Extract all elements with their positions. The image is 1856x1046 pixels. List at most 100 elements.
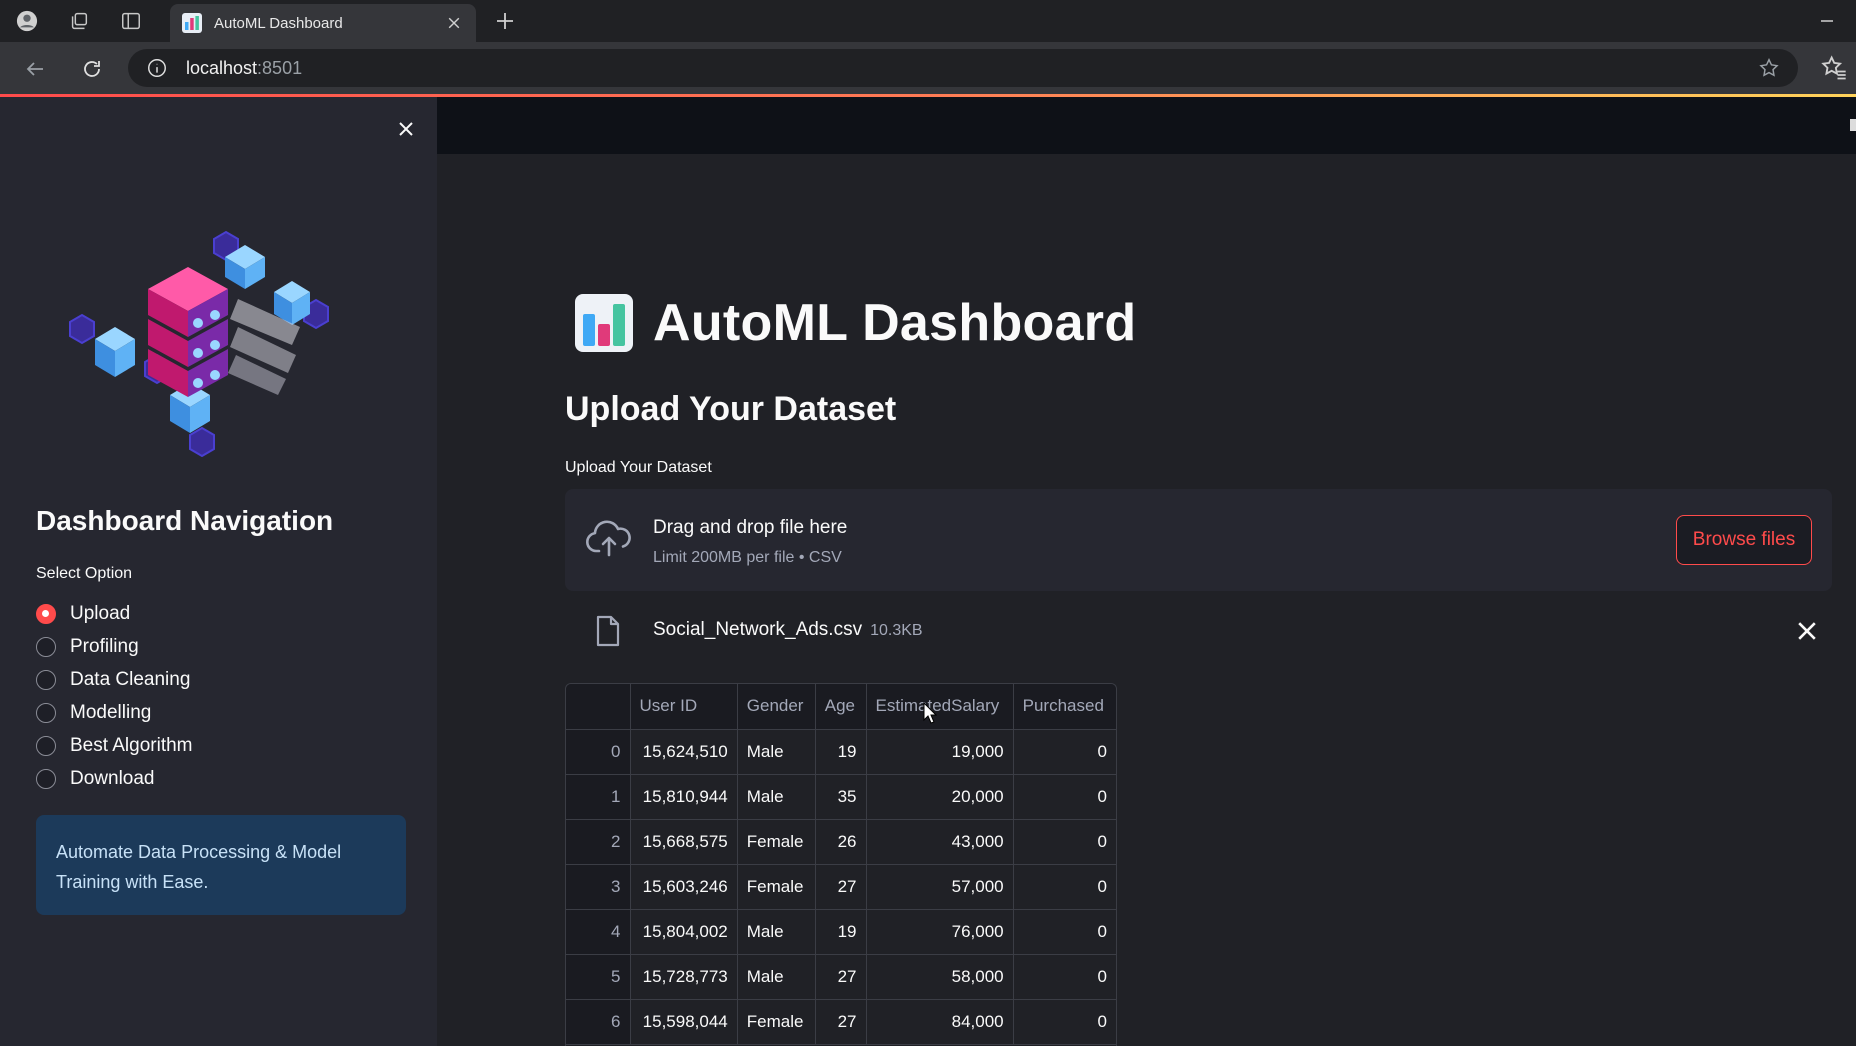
radio-option-best-algorithm[interactable]: Best Algorithm <box>36 729 193 762</box>
radio-button[interactable] <box>36 669 56 690</box>
radio-option-download[interactable]: Download <box>36 762 193 795</box>
collections-icon[interactable] <box>64 6 94 36</box>
table-cell[interactable]: 15,728,773 <box>630 954 738 1000</box>
profile-icon[interactable] <box>12 6 42 36</box>
table-cell[interactable]: 76,000 <box>866 909 1014 955</box>
vertical-tabs-icon[interactable] <box>116 6 146 36</box>
table-cell[interactable]: 0 <box>1013 729 1116 775</box>
row-index-cell[interactable]: 0 <box>566 729 631 775</box>
remove-file-icon[interactable] <box>1794 618 1820 644</box>
dataframe-table[interactable]: User ID Gender Age EstimatedSalary Purch… <box>565 683 1117 1046</box>
table-cell[interactable]: 43,000 <box>866 819 1014 865</box>
radio-option-data-cleaning[interactable]: Data Cleaning <box>36 663 193 696</box>
back-arrow-icon[interactable] <box>20 54 50 84</box>
table-cell[interactable]: 0 <box>1013 864 1116 910</box>
favorites-icon[interactable] <box>1820 54 1848 82</box>
reload-icon[interactable] <box>77 54 107 84</box>
table-cell[interactable]: Female <box>737 864 816 910</box>
table-row: 1 15,810,944 Male 35 20,000 0 <box>566 774 1116 820</box>
browser-address-bar: localhost:8501 <box>0 42 1856 94</box>
row-index-cell[interactable]: 3 <box>566 864 631 910</box>
column-header[interactable]: User ID <box>630 684 738 730</box>
radio-label: Download <box>70 767 155 789</box>
column-header[interactable]: Gender <box>737 684 816 730</box>
radio-button[interactable] <box>36 636 56 657</box>
radio-label: Modelling <box>70 701 152 723</box>
browse-files-button[interactable]: Browse files <box>1676 515 1812 565</box>
table-cell[interactable]: 27 <box>815 954 867 1000</box>
new-tab-icon[interactable] <box>490 6 520 36</box>
table-cell[interactable]: Female <box>737 819 816 865</box>
page-title: AutoML Dashboard <box>653 294 1137 352</box>
radio-option-upload[interactable]: Upload <box>36 597 193 630</box>
bar-chart-logo-icon <box>575 294 633 352</box>
tab-close-icon[interactable] <box>444 13 464 33</box>
favorite-star-icon[interactable] <box>1758 57 1780 79</box>
table-cell[interactable]: 15,624,510 <box>630 729 738 775</box>
table-cell[interactable]: 57,000 <box>866 864 1014 910</box>
table-row: 3 15,603,246 Female 27 57,000 0 <box>566 864 1116 910</box>
column-header[interactable] <box>566 684 631 730</box>
table-cell[interactable]: Male <box>737 774 816 820</box>
table-cell[interactable]: 27 <box>815 864 867 910</box>
url-text: localhost:8501 <box>186 57 303 78</box>
sidebar: Dashboard Navigation Select Option Uploa… <box>0 97 437 1046</box>
radio-button-checked[interactable] <box>36 603 56 624</box>
table-cell[interactable]: 15,804,002 <box>630 909 738 955</box>
uploaded-file-name: Social_Network_Ads.csv 10.3KB <box>653 619 923 640</box>
table-cell[interactable]: 19,000 <box>866 729 1014 775</box>
minimize-window-icon[interactable] <box>1812 8 1842 34</box>
table-cell[interactable]: Male <box>737 909 816 955</box>
radio-label: Best Algorithm <box>70 734 193 756</box>
radio-button[interactable] <box>36 702 56 723</box>
url-bar[interactable]: localhost:8501 <box>128 49 1798 87</box>
section-subheader: Upload Your Dataset <box>565 390 897 428</box>
row-index-cell[interactable]: 5 <box>566 954 631 1000</box>
radio-option-profiling[interactable]: Profiling <box>36 630 193 663</box>
table-cell[interactable]: 19 <box>815 909 867 955</box>
table-cell[interactable]: 0 <box>1013 909 1116 955</box>
radio-button[interactable] <box>36 768 56 789</box>
file-dropzone[interactable]: Drag and drop file here Limit 200MB per … <box>565 489 1832 591</box>
row-index-cell[interactable]: 6 <box>566 999 631 1045</box>
table-cell[interactable]: 15,603,246 <box>630 864 738 910</box>
column-header[interactable]: Age <box>815 684 867 730</box>
mouse-cursor-icon <box>923 702 937 724</box>
table-cell[interactable]: 26 <box>815 819 867 865</box>
browser-tab-active[interactable]: AutoML Dashboard <box>170 4 476 42</box>
table-cell[interactable]: 0 <box>1013 954 1116 1000</box>
table-cell[interactable]: 0 <box>1013 999 1116 1045</box>
table-cell[interactable]: 0 <box>1013 819 1116 865</box>
browser-tab-bar: AutoML Dashboard <box>0 0 1856 42</box>
table-cell[interactable]: 27 <box>815 999 867 1045</box>
table-cell[interactable]: 19 <box>815 729 867 775</box>
column-header[interactable]: Purchased <box>1013 684 1116 730</box>
radio-button[interactable] <box>36 735 56 756</box>
table-cell[interactable]: 15,668,575 <box>630 819 738 865</box>
row-index-cell[interactable]: 4 <box>566 909 631 955</box>
table-cell[interactable]: 15,810,944 <box>630 774 738 820</box>
info-message-box: Automate Data Processing & Model Trainin… <box>36 815 406 915</box>
tab-title: AutoML Dashboard <box>214 14 343 32</box>
row-index-cell[interactable]: 1 <box>566 774 631 820</box>
file-uploader-label: Upload Your Dataset <box>565 459 712 476</box>
table-row: 5 15,728,773 Male 27 58,000 0 <box>566 954 1116 1000</box>
column-header[interactable]: EstimatedSalary <box>866 684 1014 730</box>
table-cell[interactable]: 58,000 <box>866 954 1014 1000</box>
table-cell[interactable]: Male <box>737 954 816 1000</box>
table-cell[interactable]: Male <box>737 729 816 775</box>
sidebar-close-icon[interactable] <box>392 115 420 143</box>
header-menu-edge[interactable] <box>1850 119 1856 131</box>
row-index-cell[interactable]: 2 <box>566 819 631 865</box>
table-cell[interactable]: 35 <box>815 774 867 820</box>
table-cell[interactable]: 0 <box>1013 774 1116 820</box>
table-cell[interactable]: Female <box>737 999 816 1045</box>
site-info-icon[interactable] <box>146 57 168 79</box>
radio-label: Profiling <box>70 635 139 657</box>
sidebar-title: Dashboard Navigation <box>36 505 334 536</box>
radio-option-modelling[interactable]: Modelling <box>36 696 193 729</box>
table-cell[interactable]: 84,000 <box>866 999 1014 1045</box>
table-cell[interactable]: 20,000 <box>866 774 1014 820</box>
cloud-upload-icon <box>586 520 631 557</box>
table-cell[interactable]: 15,598,044 <box>630 999 738 1045</box>
